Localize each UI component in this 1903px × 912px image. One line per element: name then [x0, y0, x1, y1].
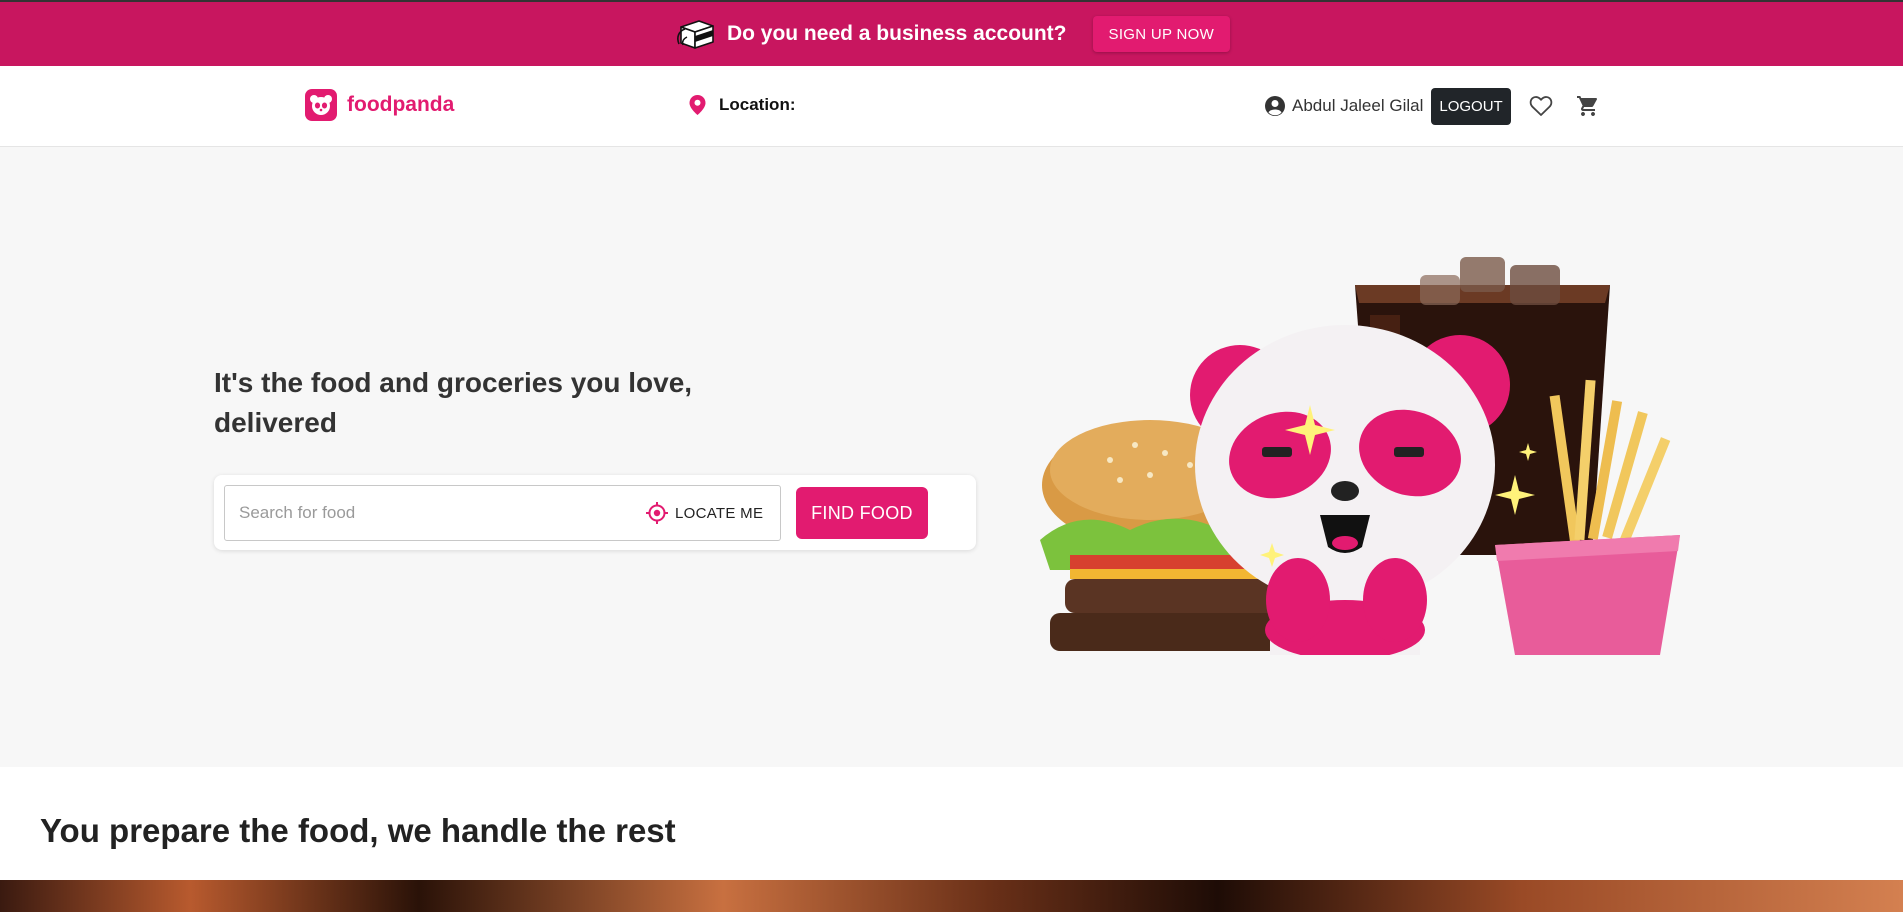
locate-me-button[interactable]: LOCATE ME: [645, 498, 763, 528]
sign-up-now-button[interactable]: SIGN UP NOW: [1092, 16, 1231, 52]
cart-icon: [1576, 96, 1597, 116]
heart-icon: [1529, 96, 1552, 116]
business-promo-banner: Do you need a business account? SIGN UP …: [0, 0, 1903, 66]
cart-button[interactable]: [1573, 91, 1603, 121]
restaurant-banner-image: [0, 880, 1903, 912]
section-title: You prepare the food, we handle the rest: [40, 812, 676, 849]
panda-logo-icon: [305, 89, 337, 121]
crosshair-icon: [646, 502, 668, 524]
promo-text: Do you need a business account?: [726, 22, 1067, 45]
locate-me-label: LOCATE ME: [675, 504, 764, 522]
user-name: Abdul Jaleel Gilal: [1292, 96, 1424, 115]
hero-section: It's the food and groceries you love, de…: [0, 147, 1903, 767]
search-box: LOCATE ME: [224, 485, 781, 541]
site-header: foodpanda Location: Abdul Jaleel Gilal L…: [0, 66, 1903, 147]
find-food-button[interactable]: FIND FOOD: [796, 487, 928, 539]
panda-food-illustration: [1040, 257, 1680, 655]
hero-title: It's the food and groceries you love, de…: [214, 367, 693, 438]
location-pin-icon: [689, 95, 706, 115]
brand-name: foodpanda: [347, 93, 455, 116]
favorites-button[interactable]: [1526, 91, 1556, 121]
logout-button[interactable]: LOGOUT: [1431, 87, 1511, 125]
search-input[interactable]: [225, 486, 625, 540]
delivery-bag-icon: [676, 20, 714, 49]
user-avatar-icon: [1265, 96, 1285, 116]
promo-content: Do you need a business account? SIGN UP …: [673, 16, 1231, 52]
location-label: Location:: [719, 95, 796, 114]
search-card: LOCATE ME FIND FOOD: [214, 475, 976, 550]
user-menu: Abdul Jaleel Gilal LOGOUT: [1264, 87, 1603, 125]
location-selector[interactable]: Location:: [688, 94, 796, 116]
brand-home-link[interactable]: foodpanda: [305, 89, 454, 121]
